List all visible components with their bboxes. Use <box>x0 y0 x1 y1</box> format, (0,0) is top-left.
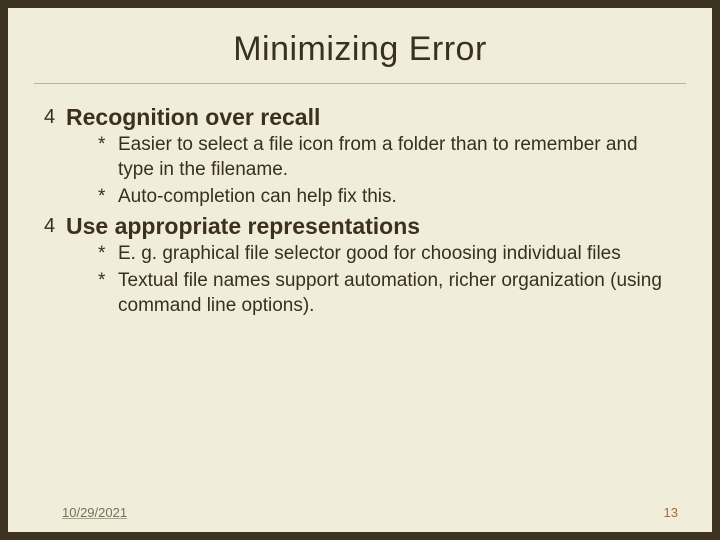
sub-bullet-marker-icon: * <box>98 184 118 209</box>
bullet-level2: * Easier to select a file icon from a fo… <box>98 132 666 182</box>
sub-bullet-list: * E. g. graphical file selector good for… <box>44 241 676 318</box>
sub-bullet-list: * Easier to select a file icon from a fo… <box>44 132 676 209</box>
bullet-level2: * Textual file names support automation,… <box>98 268 666 318</box>
sub-bullet-text: Auto-completion can help fix this. <box>118 184 397 209</box>
bullet-text: Use appropriate representations <box>66 213 420 239</box>
sub-bullet-marker-icon: * <box>98 241 118 266</box>
sub-bullet-marker-icon: * <box>98 268 118 293</box>
bullet-level1: 4 Recognition over recall <box>44 104 676 130</box>
sub-bullet-text: Textual file names support automation, r… <box>118 268 666 318</box>
bullet-level2: * E. g. graphical file selector good for… <box>98 241 666 266</box>
slide-frame: Minimizing Error 4 Recognition over reca… <box>0 0 720 540</box>
bullet-level2: * Auto-completion can help fix this. <box>98 184 666 209</box>
sub-bullet-marker-icon: * <box>98 132 118 157</box>
slide-content: 4 Recognition over recall * Easier to se… <box>8 94 712 318</box>
bullet-level1: 4 Use appropriate representations <box>44 213 676 239</box>
bullet-text: Recognition over recall <box>66 104 320 130</box>
bullet-marker-icon: 4 <box>44 213 66 239</box>
sub-bullet-text: Easier to select a file icon from a fold… <box>118 132 666 182</box>
footer-date: 10/29/2021 <box>62 505 127 520</box>
slide-footer: 10/29/2021 13 <box>8 505 712 520</box>
slide: Minimizing Error 4 Recognition over reca… <box>8 8 712 532</box>
sub-bullet-text: E. g. graphical file selector good for c… <box>118 241 621 266</box>
slide-title: Minimizing Error <box>8 8 712 83</box>
footer-page-number: 13 <box>664 505 678 520</box>
title-divider <box>34 83 686 84</box>
bullet-marker-icon: 4 <box>44 104 66 130</box>
